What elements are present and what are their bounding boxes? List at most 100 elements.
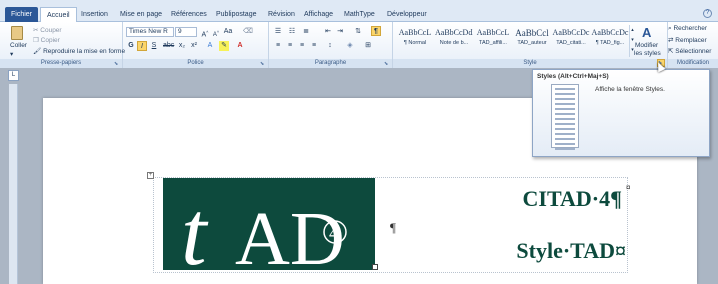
format-painter-label: Reproduire la mise en forme	[43, 48, 126, 55]
logo-letter-t: t	[181, 182, 209, 270]
table-move-handle-icon[interactable]: +	[147, 172, 154, 179]
justify-icon[interactable]: ≡	[309, 41, 319, 51]
logo-number: 4	[329, 223, 338, 243]
style-name: TAD_auteur	[517, 40, 547, 46]
tad-logo[interactable]: t AD 4	[163, 178, 375, 270]
paste-icon[interactable]	[11, 26, 23, 40]
cut-label: Couper	[40, 27, 62, 34]
tab-mathtype[interactable]: MathType	[338, 8, 381, 22]
paragraph-group-label: Paragraphe	[269, 59, 392, 68]
tab-mailings[interactable]: Publipostage	[210, 8, 262, 22]
line-spacing-icon[interactable]: ↕	[325, 41, 335, 51]
paragraph-launcher-icon[interactable]: ⬊	[384, 61, 390, 67]
find-label: Rechercher	[673, 25, 708, 32]
grow-font-button[interactable]: A˄	[200, 27, 210, 38]
bullets-icon[interactable]: ☰	[273, 27, 283, 37]
multilevel-list-icon[interactable]: ≣	[301, 27, 311, 37]
cell-end-mark: ¤	[626, 183, 631, 192]
style-name: ¶ TAD_fig...	[595, 40, 625, 46]
document-subheading[interactable]: Style·TAD¤	[516, 238, 626, 264]
style-name: TAD_citati...	[556, 40, 586, 46]
style-tad-affiliation[interactable]: AaBbCcL TAD_affili...	[474, 26, 512, 54]
ribbon: Coller ▾ ✂ Couper ❐ Copier 🖌 Reproduire …	[0, 22, 718, 68]
italic-button[interactable]: I	[137, 41, 147, 51]
font-group: Times New R 9 A˄ A˅ Aa ⌫ G I S abc x₂ x²…	[123, 22, 269, 68]
style-sample: AaBbCcl	[515, 28, 549, 38]
paste-button[interactable]: Coller	[10, 42, 27, 49]
font-color-icon[interactable]: A	[235, 41, 245, 51]
replace-label: Remplacer	[675, 37, 707, 44]
show-formatting-button[interactable]: ¶	[371, 26, 381, 36]
copy-button[interactable]: ❐ Copier	[33, 36, 60, 44]
tooltip-title: Styles (Alt+Ctrl+Maj+S)	[537, 73, 609, 80]
align-center-icon[interactable]: ≡	[285, 41, 295, 51]
style-tad-citation[interactable]: AaBbCcDc TAD_citati...	[552, 26, 590, 54]
superscript-button[interactable]: x²	[189, 41, 199, 51]
style-sample: AaBbCcL	[476, 28, 510, 37]
styles-group: AaBbCcL ¶ Normal AaBbCcDdI Note de b... …	[393, 22, 668, 68]
modify-styles-line1[interactable]: Modifier	[635, 42, 658, 49]
modify-styles-line2[interactable]: les styles	[634, 50, 661, 57]
brush-icon: 🖌	[33, 48, 44, 55]
copy-icon: ❐	[33, 37, 41, 44]
clipboard-group-label: Presse-papiers	[0, 59, 122, 68]
shrink-font-button[interactable]: A˅	[211, 27, 221, 38]
paste-dropdown-icon[interactable]: ▾	[10, 50, 13, 58]
styles-tooltip: Styles (Alt+Ctrl+Maj+S) Affiche la fenêt…	[532, 69, 710, 157]
decrease-indent-icon[interactable]: ⇤	[323, 27, 333, 37]
replace-button[interactable]: ⇄ Remplacer	[668, 36, 707, 44]
clipboard-launcher-icon[interactable]: ⬊	[114, 61, 120, 67]
document-heading[interactable]: CITAD·4¶	[523, 186, 622, 212]
style-tad-figure[interactable]: AaBbCcDc ¶ TAD_fig...	[591, 26, 629, 54]
paragraph-group: ☰ ☷ ≣ ⇤ ⇥ ⇅ ¶ ≡ ≡ ≡ ≡ ↕ ◈ ⊞ Paragraphe ⬊	[269, 22, 393, 68]
format-painter-button[interactable]: 🖌 Reproduire la mise en forme	[33, 47, 125, 55]
font-family-select[interactable]: Times New R	[126, 27, 174, 37]
modify-styles-icon[interactable]: A	[642, 25, 651, 40]
underline-button[interactable]: S	[149, 41, 159, 51]
change-case-button[interactable]: Aa	[223, 27, 233, 37]
editing-group-label: Modification	[668, 59, 718, 68]
sort-icon[interactable]: ⇅	[353, 27, 363, 37]
tab-home[interactable]: Accueil	[40, 7, 77, 23]
find-button[interactable]: ⌕ Rechercher	[668, 25, 707, 33]
image-resize-handle[interactable]	[372, 264, 378, 270]
text-effects-icon[interactable]: A	[205, 41, 215, 51]
clear-formatting-icon[interactable]: ⌫	[243, 27, 253, 37]
tab-selector-icon[interactable]: L	[8, 70, 19, 81]
shading-icon[interactable]: ◈	[345, 41, 355, 51]
vertical-ruler[interactable]	[9, 84, 18, 284]
subscript-button[interactable]: x₂	[177, 41, 187, 51]
bold-button[interactable]: G	[126, 41, 136, 51]
increase-indent-icon[interactable]: ⇥	[335, 27, 345, 37]
styles-group-label: Style	[393, 59, 667, 68]
numbering-icon[interactable]: ☷	[287, 27, 297, 37]
tab-file[interactable]: Fichier	[5, 7, 39, 22]
style-sample: AaBbCcDc	[552, 28, 590, 37]
tab-insert[interactable]: Insertion	[75, 8, 114, 22]
style-tad-auteur[interactable]: AaBbCcl TAD_auteur	[513, 26, 551, 54]
style-sample: AaBbCcDdI	[435, 28, 473, 37]
style-normal[interactable]: AaBbCcL ¶ Normal	[396, 26, 434, 54]
select-button[interactable]: ⇱ Sélectionner	[668, 47, 711, 55]
align-right-icon[interactable]: ≡	[297, 41, 307, 51]
select-label: Sélectionner	[675, 48, 712, 55]
highlight-icon[interactable]: ✎	[219, 41, 229, 51]
cut-button[interactable]: ✂ Couper	[33, 26, 62, 34]
strikethrough-button[interactable]: abc	[163, 41, 174, 51]
align-left-icon[interactable]: ≡	[273, 41, 283, 51]
word-window: Fichier Accueil Insertion Mise en page R…	[0, 0, 718, 284]
font-launcher-icon[interactable]: ⬊	[260, 61, 266, 67]
tab-view[interactable]: Affichage	[298, 8, 339, 22]
tab-references[interactable]: Références	[165, 8, 213, 22]
font-group-label: Police	[123, 59, 268, 68]
font-size-select[interactable]: 9	[175, 27, 197, 37]
tab-page-layout[interactable]: Mise en page	[114, 8, 168, 22]
ribbon-tab-bar: Fichier Accueil Insertion Mise en page R…	[0, 0, 718, 23]
editing-group: ⌕ Rechercher ⇄ Remplacer ⇱ Sélectionner …	[668, 22, 718, 68]
tab-developer[interactable]: Développeur	[381, 8, 433, 22]
borders-icon[interactable]: ⊞	[363, 41, 373, 51]
tab-review[interactable]: Révision	[262, 8, 301, 22]
help-icon[interactable]: ?	[703, 9, 712, 18]
style-note[interactable]: AaBbCcDdI Note de b...	[435, 26, 473, 54]
style-sample: AaBbCcL	[398, 28, 432, 37]
